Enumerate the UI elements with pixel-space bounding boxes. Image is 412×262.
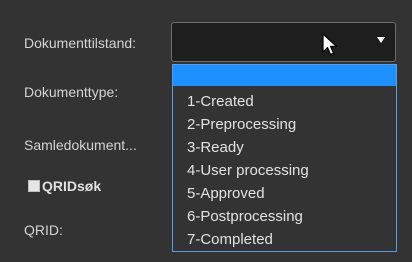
dropdown-option-ready[interactable]: 3-Ready xyxy=(173,136,396,159)
dropdown-option-empty[interactable] xyxy=(173,65,396,86)
collection-document-label: Samledokument... xyxy=(24,137,137,153)
qrid-search-checkbox[interactable] xyxy=(28,180,40,192)
qrid-search-row[interactable]: QRIDsøk xyxy=(28,178,101,194)
qrid-search-label: QRIDsøk xyxy=(42,178,102,194)
dropdown-option-user-processing[interactable]: 4-User processing xyxy=(173,159,396,182)
document-state-dropdown[interactable]: 1-Created 2-Preprocessing 3-Ready 4-User… xyxy=(172,64,397,252)
dropdown-option-created[interactable]: 1-Created xyxy=(173,90,396,113)
document-state-select[interactable] xyxy=(171,22,396,62)
document-state-label: Dokumenttilstand: xyxy=(24,35,137,51)
chevron-down-icon[interactable] xyxy=(377,37,385,43)
mouse-pointer-icon xyxy=(322,33,338,56)
dropdown-option-approved[interactable]: 5-Approved xyxy=(173,182,396,205)
document-type-label: Dokumenttype: xyxy=(24,84,119,100)
qrid-label: QRID: xyxy=(24,222,63,238)
dropdown-option-completed[interactable]: 7-Completed xyxy=(173,228,396,251)
dropdown-option-postprocessing[interactable]: 6-Postprocessing xyxy=(173,205,396,228)
dropdown-option-preprocessing[interactable]: 2-Preprocessing xyxy=(173,113,396,136)
